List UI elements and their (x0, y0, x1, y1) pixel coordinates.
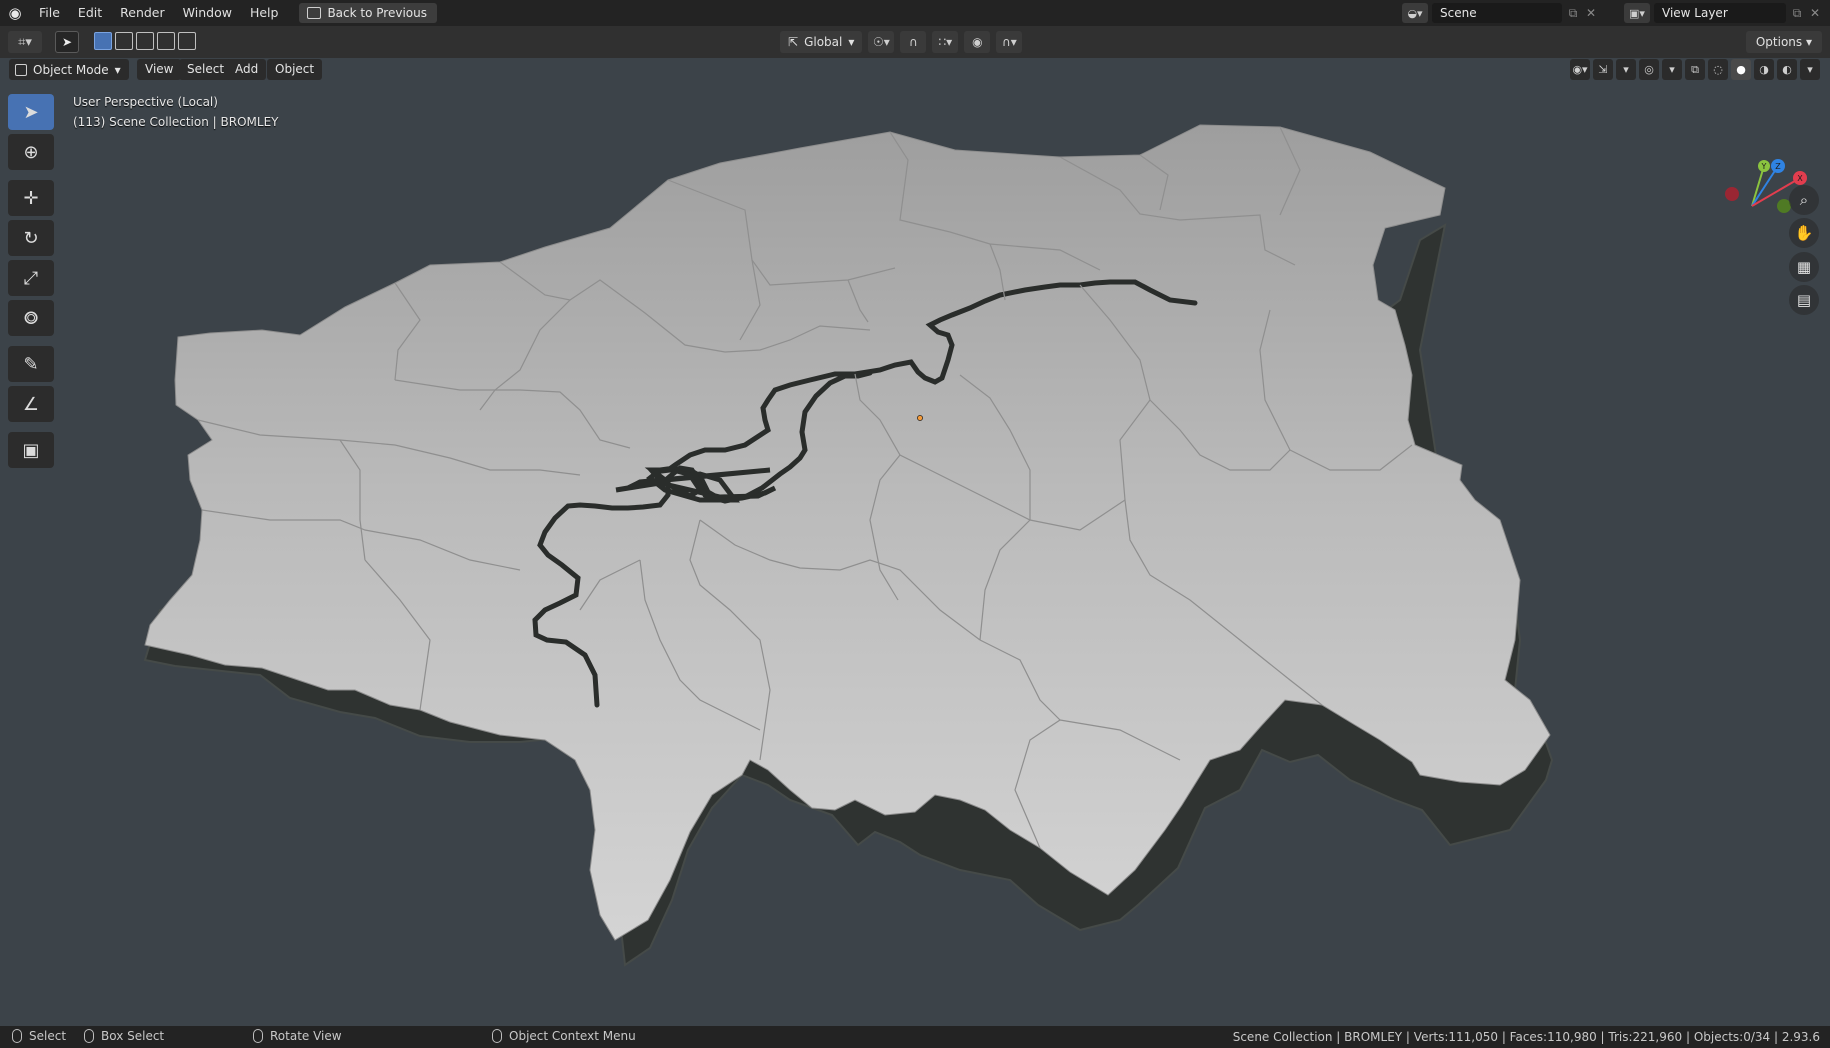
options-label: Options (1755, 35, 1803, 49)
editor-type-icon[interactable]: ⌗▾ (8, 31, 42, 53)
select-intersect-icon[interactable] (178, 32, 196, 50)
back-to-previous-button[interactable]: Back to Previous (299, 3, 437, 23)
snap-magnet-icon[interactable]: ∩ (900, 31, 927, 53)
object-mode-label: Object Mode (33, 62, 109, 77)
mouse-right-icon (492, 1029, 502, 1043)
select-difference-icon[interactable] (157, 32, 175, 50)
viewport-header: Object Mode ▾ View Select Add Object ◉▾ … (0, 58, 1830, 82)
select-box-tool-icon[interactable]: ➤ (8, 94, 54, 130)
status-context-menu-label: Object Context Menu (509, 1029, 636, 1043)
solid-shading-icon[interactable]: ● (1731, 59, 1751, 80)
view-layer-close-icon[interactable]: ✕ (1808, 6, 1822, 20)
perspective-grid-icon[interactable]: ▤ (1789, 285, 1819, 315)
screen-back-icon (307, 7, 322, 19)
tool-header: ⌗▾ ➤ ⇱ Global ▾ ☉▾ ∩ ∷▾ ◉ ∩▾ Options ▾ (0, 26, 1830, 58)
material-shading-icon[interactable]: ◑ (1754, 59, 1774, 80)
rotate-tool-icon[interactable]: ↻ (8, 220, 54, 256)
snap-target-icon[interactable]: ∷▾ (932, 31, 959, 53)
chevron-down-icon[interactable]: ▾ (1616, 59, 1636, 80)
pivot-point-icon[interactable]: ☉▾ (868, 31, 895, 53)
transform-orientation-label: Global (804, 35, 843, 49)
camera-view-icon[interactable]: ▦ (1789, 252, 1819, 282)
viewport-shading-group: ◉▾ ⇲ ▾ ◎ ▾ ⧉ ◌ ● ◑ ◐ ▾ (1570, 59, 1820, 80)
menu-edit[interactable]: Edit (69, 0, 111, 26)
3d-viewport[interactable]: User Perspective (Local) (113) Scene Col… (0, 58, 1830, 1027)
perspective-label: User Perspective (Local) (73, 95, 218, 109)
move-tool-icon[interactable]: ✛ (8, 180, 54, 216)
menu-file[interactable]: File (30, 0, 69, 26)
scene-selector: ◒▾ Scene ⧉ ✕ (1402, 3, 1598, 23)
options-dropdown[interactable]: Options ▾ (1745, 31, 1822, 53)
view-menu[interactable]: View (137, 59, 182, 80)
object-mode-icon (15, 63, 27, 76)
annotate-tool-icon[interactable]: ✎ (8, 346, 54, 382)
select-menu[interactable]: Select (179, 59, 233, 80)
object-menu[interactable]: Object (267, 59, 323, 80)
add-menu[interactable]: Add (227, 59, 267, 80)
add-cube-tool-icon[interactable]: ▣ (8, 432, 54, 468)
status-context-menu: Object Context Menu (492, 1029, 636, 1043)
chevron-down-icon: ▾ (848, 35, 855, 49)
rendered-shading-icon[interactable]: ◐ (1777, 59, 1797, 80)
back-to-previous-label: Back to Previous (327, 6, 427, 20)
status-bar: Select Box Select Rotate View Object Con… (0, 1026, 1830, 1048)
menu-render[interactable]: Render (111, 0, 174, 26)
visibility-eye-icon[interactable]: ◉▾ (1570, 59, 1590, 80)
chevron-down-icon: ▾ (114, 62, 121, 77)
orientation-axes-icon: ⇱ (788, 35, 799, 49)
selection-mode-group (94, 32, 196, 50)
status-box-select: Box Select (84, 1029, 164, 1043)
mouse-left-icon (12, 1029, 22, 1043)
wireframe-shading-icon[interactable]: ◌ (1708, 59, 1728, 80)
zoom-icon[interactable]: ⌕ (1789, 185, 1819, 215)
status-rotate-view: Rotate View (253, 1029, 342, 1043)
xray-toggle-icon[interactable]: ⧉ (1685, 59, 1705, 80)
gizmo-x-label: X (1797, 174, 1803, 183)
menu-help[interactable]: Help (241, 0, 288, 26)
top-menu-bar: ◉ File Edit Render Window Help Back to P… (0, 0, 1830, 26)
measure-tool-icon[interactable]: ∠ (8, 386, 54, 422)
object-origin-dot (917, 415, 923, 421)
gizmo-y-label: Y (1761, 162, 1767, 171)
view-layer-name-field[interactable]: View Layer (1654, 3, 1786, 23)
blender-logo-icon[interactable]: ◉ (0, 0, 30, 26)
view-layer-new-icon[interactable]: ⧉ (1790, 6, 1804, 21)
chevron-down-icon[interactable]: ▾ (1662, 59, 1682, 80)
transform-tool-icon[interactable]: ⭗ (8, 300, 54, 336)
scene-name-field[interactable]: Scene (1432, 3, 1562, 23)
left-toolbar: ➤ ⊕ ✛ ↻ ⤢ ⭗ ✎ ∠ ▣ (8, 94, 56, 468)
collection-label: (113) Scene Collection | BROMLEY (73, 115, 279, 129)
view-layer-selector: ▣▾ View Layer ⧉ ✕ (1624, 3, 1822, 23)
status-select-label: Select (29, 1029, 67, 1043)
scale-tool-icon[interactable]: ⤢ (8, 260, 54, 296)
transform-tools: ⇱ Global ▾ ☉▾ ∩ ∷▾ ◉ ∩▾ (780, 31, 1023, 53)
object-mode-dropdown[interactable]: Object Mode ▾ (9, 59, 129, 80)
gizmo-toggle-icon[interactable]: ⇲ (1593, 59, 1613, 80)
menu-window[interactable]: Window (174, 0, 241, 26)
status-select: Select (12, 1029, 66, 1043)
pan-hand-icon[interactable]: ✋ (1789, 218, 1819, 248)
select-extend-icon[interactable] (115, 32, 133, 50)
scene-close-icon[interactable]: ✕ (1584, 6, 1598, 20)
overlays-icon[interactable]: ◎ (1639, 59, 1659, 80)
proportional-editing-icon[interactable]: ◉ (964, 31, 991, 53)
transform-orientation-dropdown[interactable]: ⇱ Global ▾ (780, 31, 863, 53)
falloff-curve-icon[interactable]: ∩▾ (996, 31, 1023, 53)
status-box-select-label: Box Select (101, 1029, 165, 1043)
select-subtract-icon[interactable] (136, 32, 154, 50)
status-rotate-view-label: Rotate View (270, 1029, 342, 1043)
select-new-icon[interactable] (94, 32, 112, 50)
scene-new-icon[interactable]: ⧉ (1566, 6, 1580, 21)
view-layer-browse-icon[interactable]: ▣▾ (1624, 3, 1650, 23)
mouse-drag-icon (84, 1029, 94, 1043)
gizmo-z-label: Z (1775, 162, 1781, 171)
london-boroughs-mesh[interactable] (0, 58, 1830, 1027)
scene-statistics: Scene Collection | BROMLEY | Verts:111,0… (1232, 1030, 1820, 1044)
cursor-tool-icon[interactable]: ⊕ (8, 134, 54, 170)
scene-browse-icon[interactable]: ◒▾ (1402, 3, 1428, 23)
mouse-middle-icon (253, 1029, 263, 1043)
chevron-down-icon[interactable]: ▾ (1800, 59, 1820, 80)
active-tool-cursor-icon[interactable]: ➤ (55, 31, 79, 53)
